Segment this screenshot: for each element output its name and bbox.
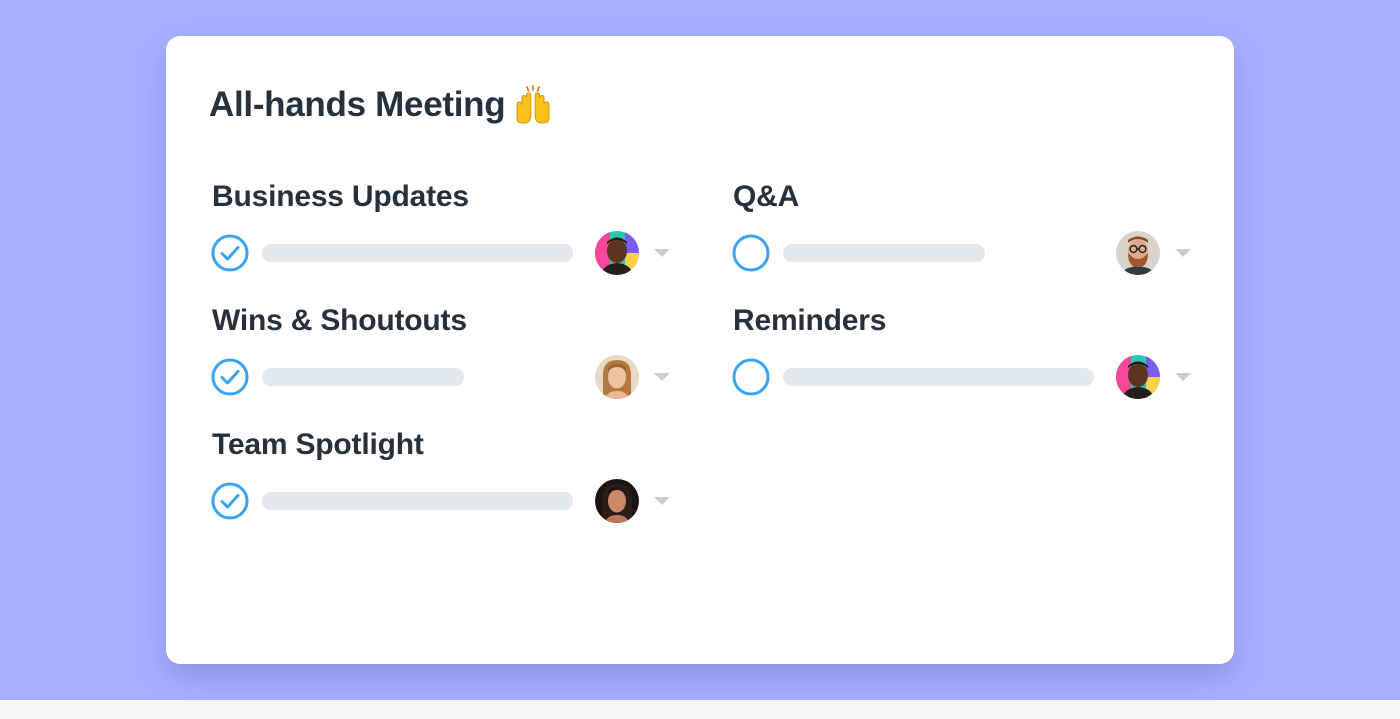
section-heading: Reminders — [733, 304, 887, 337]
assignee-avatar[interactable] — [1116, 355, 1160, 399]
section-heading: Wins & Shoutouts — [212, 304, 467, 337]
agenda-section-business-updates: Business Updates — [211, 179, 671, 279]
empty-circle-icon[interactable] — [732, 234, 770, 272]
caret-down-icon[interactable] — [1174, 248, 1192, 258]
assignee-avatar[interactable] — [1116, 231, 1160, 275]
caret-down-icon[interactable] — [653, 248, 671, 258]
agenda-section-team-spotlight: Team Spotlight — [211, 427, 671, 527]
agenda-section-reminders: Reminders — [732, 303, 1192, 403]
task-placeholder-bar — [262, 492, 573, 510]
assignee-avatar[interactable] — [595, 479, 639, 523]
task-row — [732, 231, 1192, 275]
task-placeholder-bar — [262, 368, 464, 386]
checked-circle-icon[interactable] — [211, 234, 249, 272]
section-heading: Q&A — [733, 180, 800, 213]
section-heading: Business Updates — [212, 180, 469, 213]
task-placeholder-bar — [783, 244, 985, 262]
empty-circle-icon[interactable] — [732, 358, 770, 396]
card-title-text: All-hands Meeting — [209, 85, 506, 124]
meeting-agenda-card: All-hands Meeting Business Updates Q&A W… — [166, 36, 1234, 664]
agenda-section-wins-shoutouts: Wins & Shoutouts — [211, 303, 671, 403]
caret-down-icon[interactable] — [653, 372, 671, 382]
caret-down-icon[interactable] — [1174, 372, 1192, 382]
checked-circle-icon[interactable] — [211, 482, 249, 520]
task-row — [211, 231, 671, 275]
card-title: All-hands Meeting — [209, 84, 553, 126]
assignee-avatar[interactable] — [595, 355, 639, 399]
checked-circle-icon[interactable] — [211, 358, 249, 396]
task-placeholder-bar — [783, 368, 1094, 386]
assignee-avatar[interactable] — [595, 231, 639, 275]
task-placeholder-bar — [262, 244, 573, 262]
section-heading: Team Spotlight — [212, 428, 424, 461]
task-row — [732, 355, 1192, 399]
caret-down-icon[interactable] — [653, 496, 671, 506]
task-row — [211, 355, 671, 399]
agenda-section-qa: Q&A — [732, 179, 1192, 279]
task-row — [211, 479, 671, 523]
raising-hands-icon — [513, 85, 553, 125]
